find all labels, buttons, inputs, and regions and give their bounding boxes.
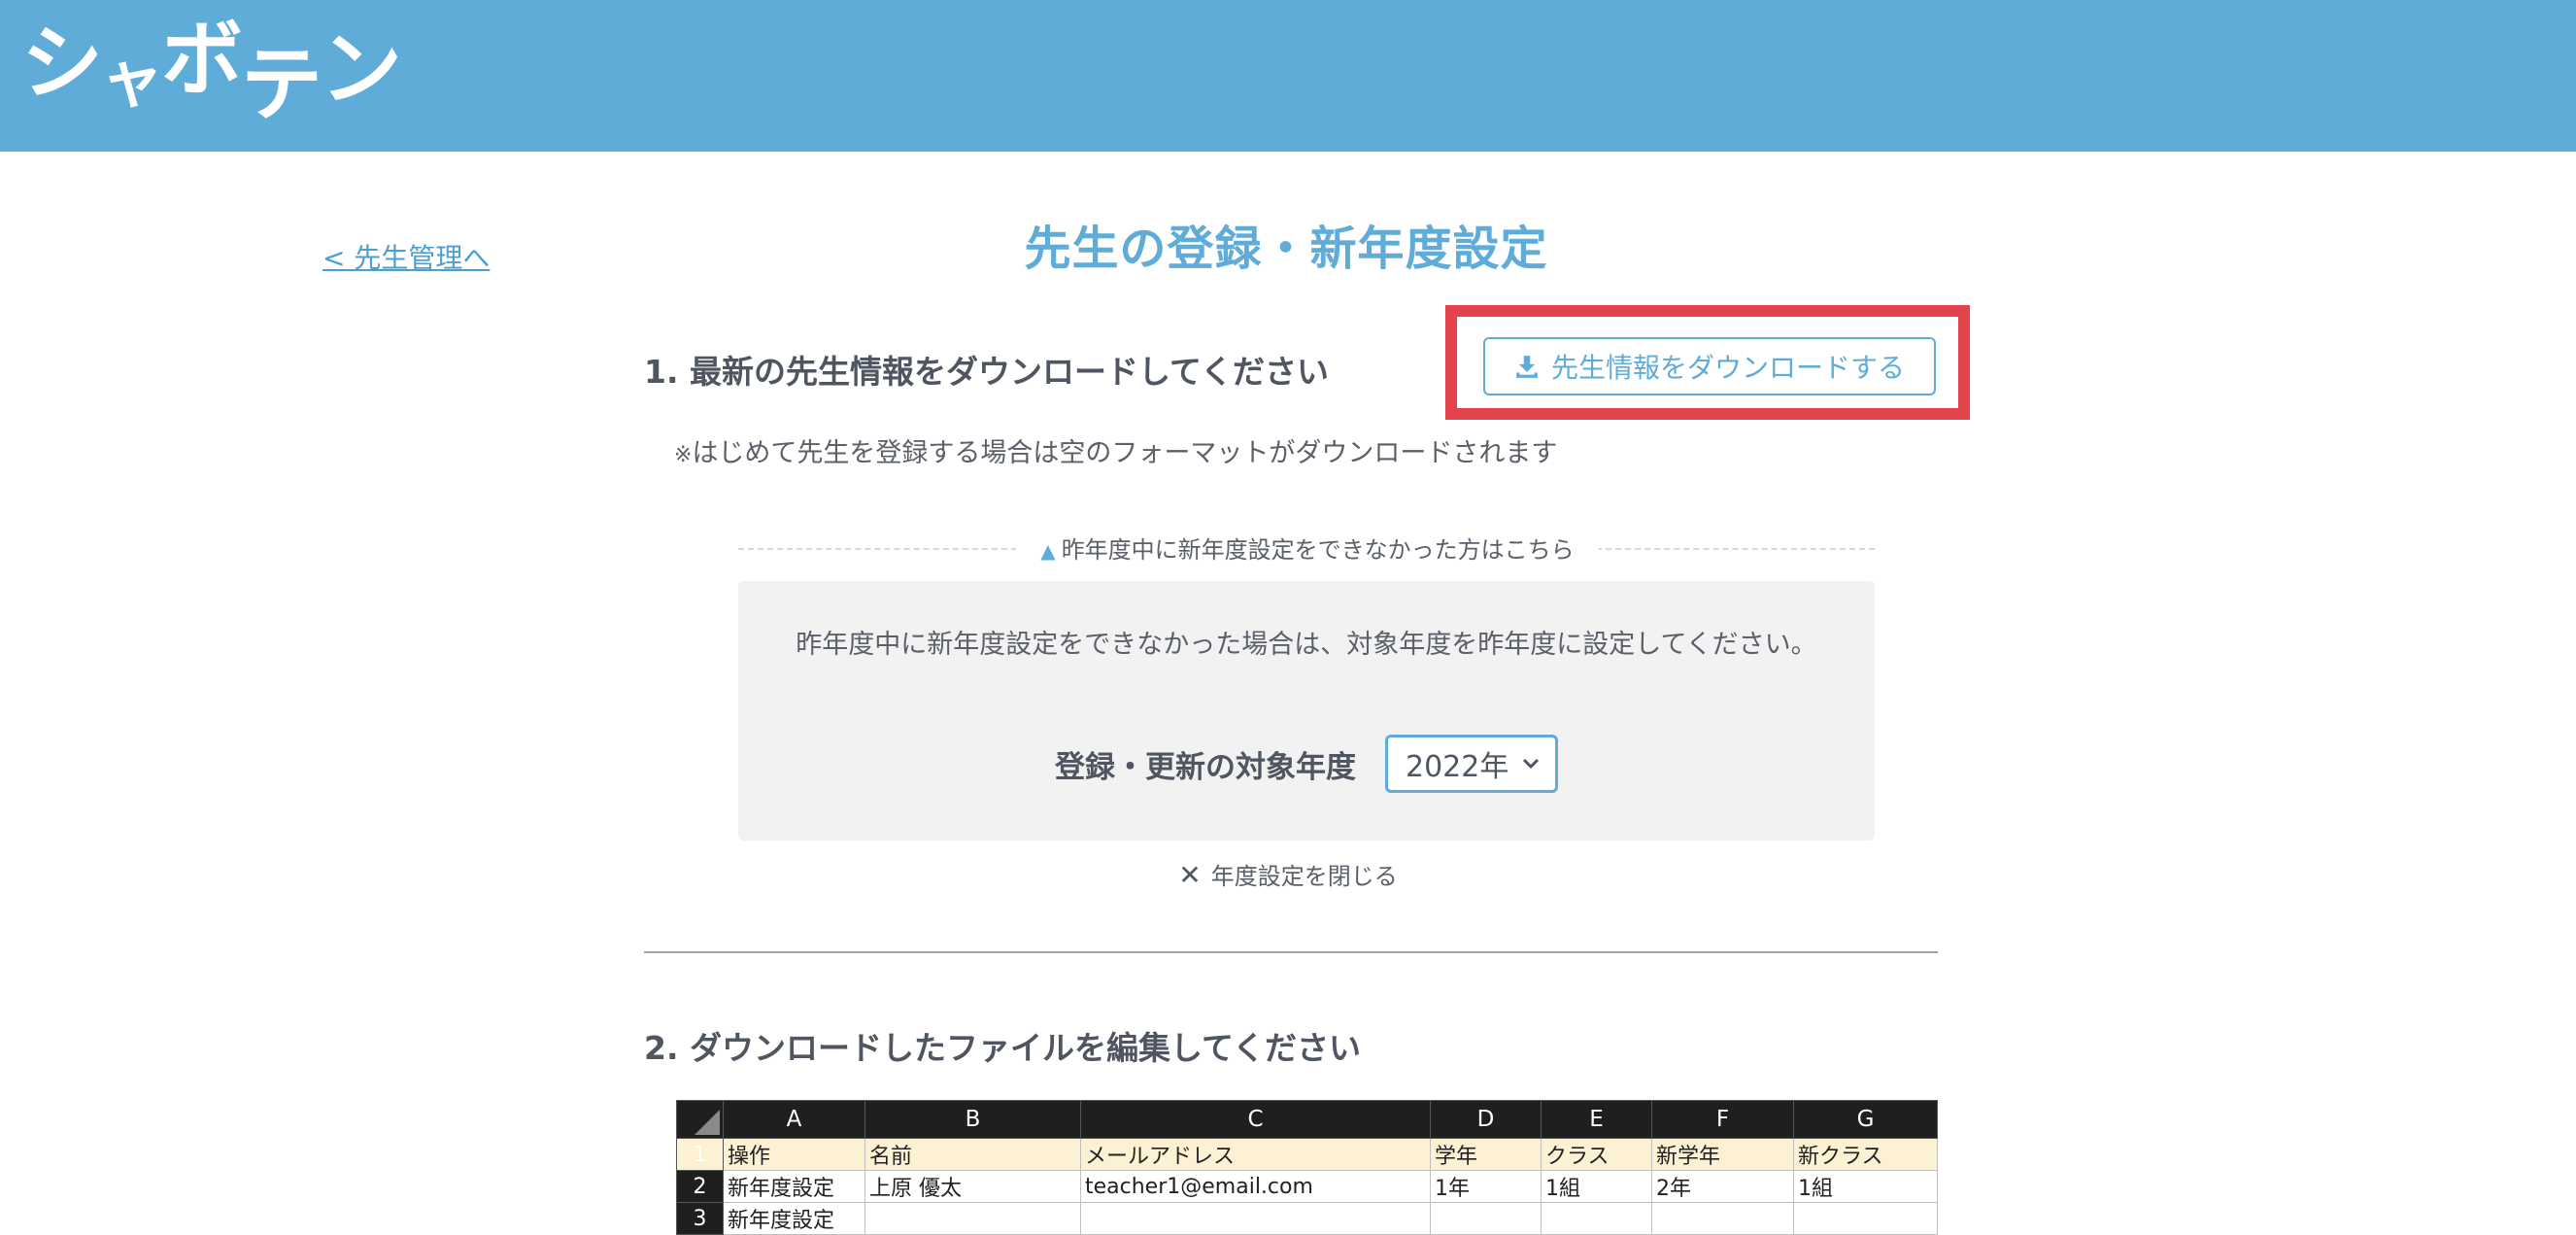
download-button-label: 先生情報をダウンロードする (1550, 352, 1905, 384)
row-number: 3 (676, 1202, 724, 1235)
cell (864, 1202, 1081, 1235)
target-year-row: 登録・更新の対象年度 2022年 (738, 735, 1875, 793)
cell: 上原 優太 (864, 1170, 1081, 1203)
cell: クラス (1541, 1138, 1652, 1171)
cell (1430, 1202, 1542, 1235)
column-header: F (1651, 1100, 1794, 1139)
app-logo[interactable]: シャボテン (21, 12, 402, 132)
section-divider (644, 951, 1938, 953)
triangle-up-icon: ▲ (1040, 539, 1056, 563)
step1-heading: 1. 最新の先生情報をダウンロードしてください (644, 353, 1330, 391)
close-settings-label: 年度設定を閉じる (1210, 863, 1398, 890)
logo-char: ン (321, 21, 402, 117)
cell: teacher1@email.com (1080, 1170, 1431, 1203)
column-header: B (864, 1100, 1081, 1139)
column-header: A (723, 1100, 865, 1139)
cell: 学年 (1430, 1138, 1542, 1171)
column-header: E (1541, 1100, 1652, 1139)
close-icon: ✕ (1178, 859, 1202, 891)
cell: メールアドレス (1080, 1138, 1431, 1171)
cell: 1年 (1430, 1170, 1542, 1203)
note-mark: ※ (674, 443, 693, 467)
cell: 1組 (1793, 1170, 1938, 1203)
cell (1541, 1202, 1652, 1235)
download-icon (1516, 356, 1538, 378)
cell: 1組 (1541, 1170, 1652, 1203)
spreadsheet-row: 1 操作 名前 メールアドレス 学年 クラス 新学年 新クラス (676, 1138, 1938, 1171)
column-header: D (1430, 1100, 1542, 1139)
cell (1080, 1202, 1431, 1235)
logo-char: ャ (101, 45, 163, 117)
selected-year: 2022年 (1406, 750, 1509, 784)
target-year-select[interactable]: 2022年 (1385, 735, 1558, 793)
year-settings-description: 昨年度中に新年度設定をできなかった場合は、対象年度を昨年度に設定してください。 (796, 630, 1817, 660)
toggle-label-text: 昨年度中に新年度設定をできなかった方はこちら (1061, 536, 1575, 564)
chevron-down-icon (1522, 758, 1540, 770)
download-teacher-info-button[interactable]: 先生情報をダウンロードする (1483, 337, 1936, 395)
row-number: 2 (676, 1170, 724, 1203)
download-note: ※はじめて先生を登録する場合は空のフォーマットがダウンロードされます (674, 431, 1557, 469)
cell: 名前 (864, 1138, 1081, 1171)
logo-char: テ (241, 37, 322, 132)
cell: 操作 (723, 1138, 865, 1171)
step2-heading: 2. ダウンロードしたファイルを編集してください (644, 1029, 1362, 1067)
column-header: G (1793, 1100, 1938, 1139)
cell: 新学年 (1651, 1138, 1794, 1171)
cell (1651, 1202, 1794, 1235)
logo-char: シ (21, 16, 103, 111)
cell: 新クラス (1793, 1138, 1938, 1171)
row-number: 1 (676, 1138, 724, 1171)
spreadsheet-row: 2 新年度設定 上原 優太 teacher1@email.com 1年 1組 2… (676, 1170, 1938, 1203)
app-header: シャボテン (0, 0, 2576, 152)
cell: 2年 (1651, 1170, 1794, 1203)
year-settings-panel: 昨年度中に新年度設定をできなかった場合は、対象年度を昨年度に設定してください。 … (738, 581, 1875, 840)
note-text: はじめて先生を登録する場合は空のフォーマットがダウンロードされます (692, 438, 1558, 468)
cell: 新年度設定 (723, 1202, 865, 1235)
year-settings-toggle[interactable]: ▲ 昨年度中に新年度設定をできなかった方はこちら (1016, 532, 1599, 567)
spreadsheet-corner (676, 1100, 724, 1139)
column-header: C (1080, 1100, 1431, 1139)
spreadsheet-example: A B C D E F G 1 操作 名前 メールアドレス 学年 クラス 新学年… (676, 1100, 1938, 1235)
cell: 新年度設定 (723, 1170, 865, 1203)
close-year-settings-button[interactable]: ✕ 年度設定を閉じる (0, 857, 2576, 891)
logo-char: ボ (161, 12, 243, 107)
page-title: 先生の登録・新年度設定 (1024, 222, 1548, 276)
target-year-label: 登録・更新の対象年度 (1055, 749, 1356, 785)
cell (1793, 1202, 1938, 1235)
spreadsheet-row: 3 新年度設定 (676, 1202, 1938, 1235)
spreadsheet-column-header-row: A B C D E F G (676, 1100, 1938, 1139)
